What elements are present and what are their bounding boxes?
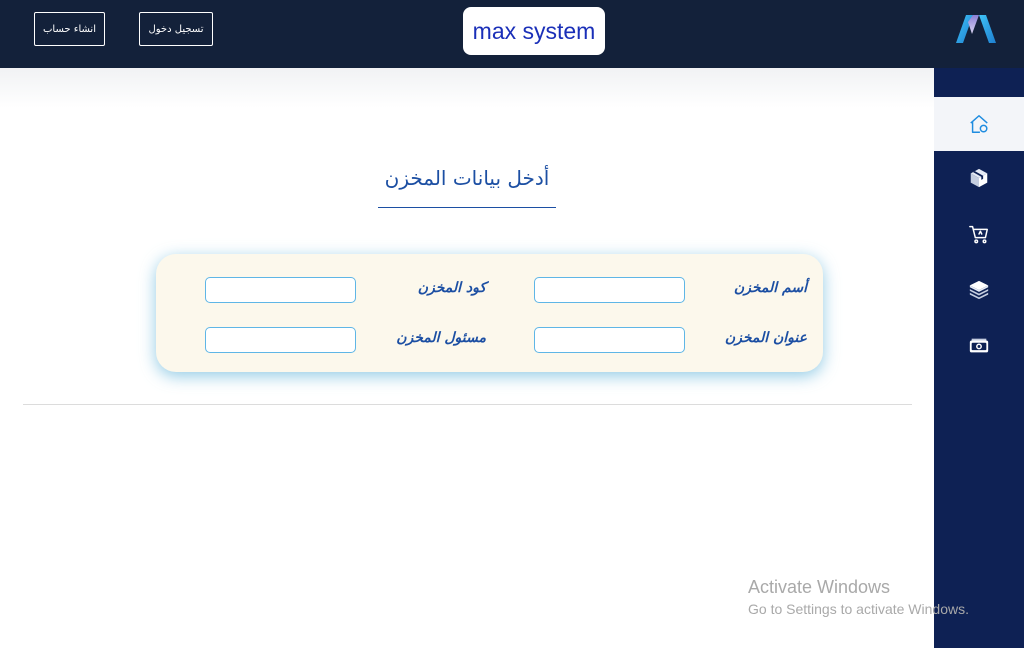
sidebar-item-products[interactable] xyxy=(934,151,1024,205)
sidebar-item-cash[interactable] xyxy=(934,319,1024,373)
title-underline xyxy=(378,207,556,208)
cart-icon xyxy=(969,225,988,244)
warehouse-manager-label: مسئول المخزن xyxy=(396,330,486,346)
box-icon xyxy=(970,168,988,188)
content-divider xyxy=(23,404,912,405)
sidebar xyxy=(934,68,1024,648)
activation-watermark-subtitle: Go to Settings to activate Windows. xyxy=(748,601,969,617)
sidebar-item-home[interactable] xyxy=(934,97,1024,151)
login-button[interactable]: تسجيل دخول xyxy=(139,12,213,46)
warehouse-address-input[interactable] xyxy=(534,327,685,353)
header-shadow xyxy=(0,68,934,108)
app-logo-icon[interactable] xyxy=(954,14,998,44)
form-title: أدخل بيانات المخزن xyxy=(384,166,550,190)
warehouse-name-label: أسم المخزن xyxy=(733,280,807,296)
sidebar-item-layers[interactable] xyxy=(934,263,1024,317)
warehouse-manager-input[interactable] xyxy=(205,327,356,353)
sidebar-item-cart[interactable] xyxy=(934,207,1024,261)
layers-icon xyxy=(969,280,989,300)
warehouse-code-label: كود المخزن xyxy=(417,280,486,296)
signup-button[interactable]: انشاء حساب xyxy=(34,12,105,46)
activation-watermark-title: Activate Windows xyxy=(748,577,891,597)
warehouse-form-card: أسم المخزن كود المخزن عنوان المخزن مسئول… xyxy=(156,254,823,372)
cash-icon xyxy=(969,338,989,353)
warehouse-address-label: عنوان المخزن xyxy=(724,330,807,346)
warehouse-code-input[interactable] xyxy=(205,277,356,303)
warehouse-name-input[interactable] xyxy=(534,277,685,303)
top-navbar: انشاء حساب تسجيل دخول max system xyxy=(0,0,1024,68)
brand-title[interactable]: max system xyxy=(463,7,605,55)
home-icon xyxy=(970,115,988,133)
